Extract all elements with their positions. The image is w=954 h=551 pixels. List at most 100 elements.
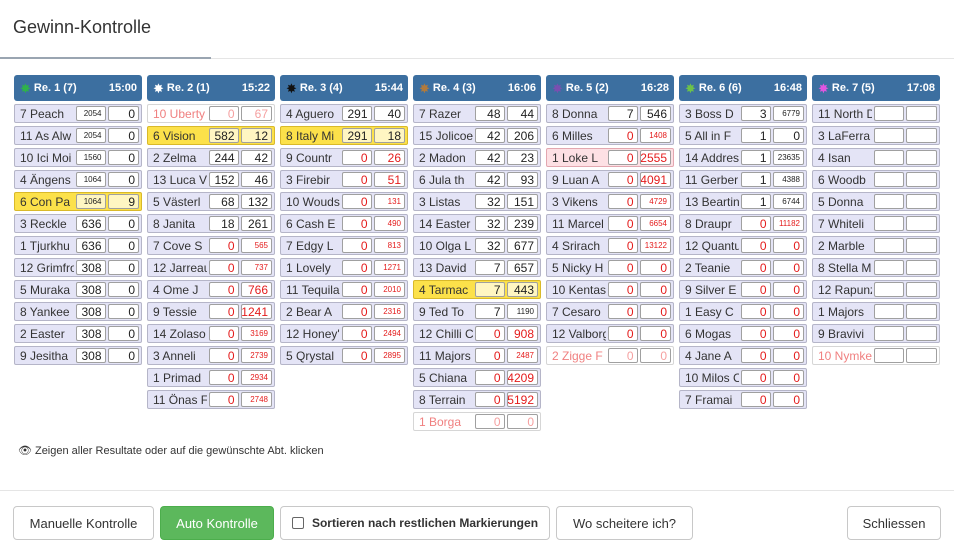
horse-row[interactable]: 14 Zolaso 0 3169 bbox=[147, 324, 275, 343]
horse-row[interactable]: 2 Marble bbox=[812, 236, 940, 255]
horse-row[interactable]: 2 Easter 308 0 bbox=[14, 324, 142, 343]
race-header[interactable]: ✸ Re. 7 (5) 17:08 bbox=[812, 75, 940, 101]
horse-row[interactable]: 10 Kentas 0 0 bbox=[546, 280, 674, 299]
horse-row[interactable]: 12 Quantu 0 0 bbox=[679, 236, 807, 255]
horse-row[interactable]: 13 Luca V 152 46 bbox=[147, 170, 275, 189]
horse-row[interactable]: 12 Valborg 0 0 bbox=[546, 324, 674, 343]
horse-row[interactable]: 6 Mogas 0 0 bbox=[679, 324, 807, 343]
horse-row[interactable]: 7 Peach 2054 0 bbox=[14, 104, 142, 123]
horse-row[interactable]: 4 Aguero 291 40 bbox=[280, 104, 408, 123]
horse-row[interactable]: 5 All in F 10 bbox=[679, 126, 807, 145]
horse-row[interactable]: 10 Uberty 0 67 bbox=[147, 104, 275, 123]
horse-row[interactable]: 11 North D bbox=[812, 104, 940, 123]
horse-row[interactable]: 3 Vikens 0 4729 bbox=[546, 192, 674, 211]
horse-row[interactable]: 1 Primad 0 2934 bbox=[147, 368, 275, 387]
horse-row[interactable]: 10 Milos C00 bbox=[679, 368, 807, 387]
race-header[interactable]: ✸ Re. 4 (3) 16:06 bbox=[413, 75, 541, 101]
horse-row[interactable]: 8 Stella M bbox=[812, 258, 940, 277]
horse-row[interactable]: 9 Ted To 7 1190 bbox=[413, 302, 541, 321]
horse-row[interactable]: 2 Madon 42 23 bbox=[413, 148, 541, 167]
horse-row[interactable]: 11 Majors 0 2487 bbox=[413, 346, 541, 365]
horse-row[interactable]: 11 Önas F 0 2748 bbox=[147, 390, 275, 409]
horse-row[interactable]: 12 Grimfro 308 0 bbox=[14, 258, 142, 277]
horse-row[interactable]: 9 Countr 0 26 bbox=[280, 148, 408, 167]
horse-row[interactable]: 13 David 7 657 bbox=[413, 258, 541, 277]
horse-row[interactable]: 12 Honey' 0 2494 bbox=[280, 324, 408, 343]
race-header[interactable]: ✸ Re. 1 (7) 15:00 bbox=[14, 75, 142, 101]
where-fail-button[interactable]: Wo scheitere ich? bbox=[556, 506, 693, 540]
horse-row[interactable]: 5 Nicky H00 bbox=[546, 258, 674, 277]
auto-check-button[interactable]: Auto Kontrolle bbox=[160, 506, 274, 540]
horse-row[interactable]: 10 Wouds 0 131 bbox=[280, 192, 408, 211]
race-header[interactable]: ✸ Re. 6 (6) 16:48 bbox=[679, 75, 807, 101]
sort-checkbox[interactable] bbox=[291, 517, 304, 529]
horse-row[interactable]: 5 Västerl 68 132 bbox=[147, 192, 275, 211]
horse-row[interactable]: 8 Janita 18 261 bbox=[147, 214, 275, 233]
horse-row[interactable]: 8 Donna 7 546 bbox=[546, 104, 674, 123]
horse-row[interactable]: 15 Jolicoe 42 206 bbox=[413, 126, 541, 145]
horse-row[interactable]: 9 Luan A 0 4091 bbox=[546, 170, 674, 189]
horse-row[interactable]: 4 Ome J 0 766 bbox=[147, 280, 275, 299]
race-header[interactable]: ✸ Re. 5 (2) 16:28 bbox=[546, 75, 674, 101]
horse-row[interactable]: 5 Muraka 308 0 bbox=[14, 280, 142, 299]
horse-row[interactable]: 9 Bravivi bbox=[812, 324, 940, 343]
horse-row[interactable]: 11 Tequila 0 2010 bbox=[280, 280, 408, 299]
horse-row[interactable]: 8 Yankee 308 0 bbox=[14, 302, 142, 321]
horse-row[interactable]: 9 Jesitha 308 0 bbox=[14, 346, 142, 365]
horse-row[interactable]: 8 Italy Mi 291 18 bbox=[280, 126, 408, 145]
race-header[interactable]: ✸ Re. 2 (1) 15:22 bbox=[147, 75, 275, 101]
horse-row[interactable]: 3 Firebir 0 51 bbox=[280, 170, 408, 189]
horse-row[interactable]: 7 Edgy L 0 813 bbox=[280, 236, 408, 255]
horse-row[interactable]: 1 Majors bbox=[812, 302, 940, 321]
horse-row[interactable]: 2 Bear A 0 2316 bbox=[280, 302, 408, 321]
horse-row[interactable]: 2 Zigge F 00 bbox=[546, 346, 674, 365]
horse-row[interactable]: 4 Isan bbox=[812, 148, 940, 167]
horse-row[interactable]: 1 Tjurkhu 636 0 bbox=[14, 236, 142, 255]
horse-row[interactable]: 7 Cove S 0 565 bbox=[147, 236, 275, 255]
horse-row[interactable]: 5 Chiana 0 4209 bbox=[413, 368, 541, 387]
horse-row[interactable]: 3 Reckle 636 0 bbox=[14, 214, 142, 233]
sort-remaining-toggle[interactable]: Sortieren nach restlichen Markierungen bbox=[280, 506, 550, 540]
horse-row[interactable]: 9 Tessie 0 1241 bbox=[147, 302, 275, 321]
horse-row[interactable]: 3 LaFerra bbox=[812, 126, 940, 145]
horse-row[interactable]: 12 Rapunz bbox=[812, 280, 940, 299]
horse-row[interactable]: 2 Teanie 0 0 bbox=[679, 258, 807, 277]
horse-row[interactable]: 10 Nymke bbox=[812, 346, 940, 365]
horse-row[interactable]: 7 Framai 0 0 bbox=[679, 390, 807, 409]
horse-row[interactable]: 6 Woodb bbox=[812, 170, 940, 189]
horse-row[interactable]: 9 Silver E00 bbox=[679, 280, 807, 299]
horse-row[interactable]: 1 Easy C 00 bbox=[679, 302, 807, 321]
horse-row[interactable]: 5 Donna bbox=[812, 192, 940, 211]
horse-row[interactable]: 4 Tarmac 7 443 bbox=[413, 280, 541, 299]
horse-row[interactable]: 8 Terrain 0 5192 bbox=[413, 390, 541, 409]
horse-row[interactable]: 8 Draupr 0 11182 bbox=[679, 214, 807, 233]
horse-row[interactable]: 4 Jane A 00 bbox=[679, 346, 807, 365]
horse-row[interactable]: 10 Ici Moi 1560 0 bbox=[14, 148, 142, 167]
horse-row[interactable]: 7 Razer 48 44 bbox=[413, 104, 541, 123]
horse-row[interactable]: 1 Lovely 0 1271 bbox=[280, 258, 408, 277]
horse-row[interactable]: 14 Addres 1 23635 bbox=[679, 148, 807, 167]
horse-row[interactable]: 5 Qrystal 0 2895 bbox=[280, 346, 408, 365]
horse-row[interactable]: 7 Whiteli bbox=[812, 214, 940, 233]
horse-row[interactable]: 6 Jula th 42 93 bbox=[413, 170, 541, 189]
manual-check-button[interactable]: Manuelle Kontrolle bbox=[13, 506, 154, 540]
horse-row[interactable]: 6 Cash E 0 490 bbox=[280, 214, 408, 233]
horse-row[interactable]: 3 Boss D 3 6779 bbox=[679, 104, 807, 123]
horse-row[interactable]: 6 Milles 0 1408 bbox=[546, 126, 674, 145]
horse-row[interactable]: 11 Marcel 0 6654 bbox=[546, 214, 674, 233]
horse-row[interactable]: 7 Cesaro 0 0 bbox=[546, 302, 674, 321]
horse-row[interactable]: 12 Jarreau 0 737 bbox=[147, 258, 275, 277]
horse-row[interactable]: 3 Listas 32 151 bbox=[413, 192, 541, 211]
horse-row[interactable]: 1 Borga 0 0 bbox=[413, 412, 541, 431]
horse-row[interactable]: 6 Con Pa 1064 9 bbox=[14, 192, 142, 211]
horse-row[interactable]: 11 Gerber 1 4388 bbox=[679, 170, 807, 189]
race-header[interactable]: ✸ Re. 3 (4) 15:44 bbox=[280, 75, 408, 101]
horse-row[interactable]: 4 Ängens 1064 0 bbox=[14, 170, 142, 189]
close-button[interactable]: Schliessen bbox=[847, 506, 941, 540]
horse-row[interactable]: 3 Anneli 0 2739 bbox=[147, 346, 275, 365]
horse-row[interactable]: 11 As Alw 2054 0 bbox=[14, 126, 142, 145]
horse-row[interactable]: 12 Chilli C 0 908 bbox=[413, 324, 541, 343]
horse-row[interactable]: 2 Zelma 244 42 bbox=[147, 148, 275, 167]
horse-row[interactable]: 14 Easter 32 239 bbox=[413, 214, 541, 233]
horse-row[interactable]: 10 Olga L 32 677 bbox=[413, 236, 541, 255]
